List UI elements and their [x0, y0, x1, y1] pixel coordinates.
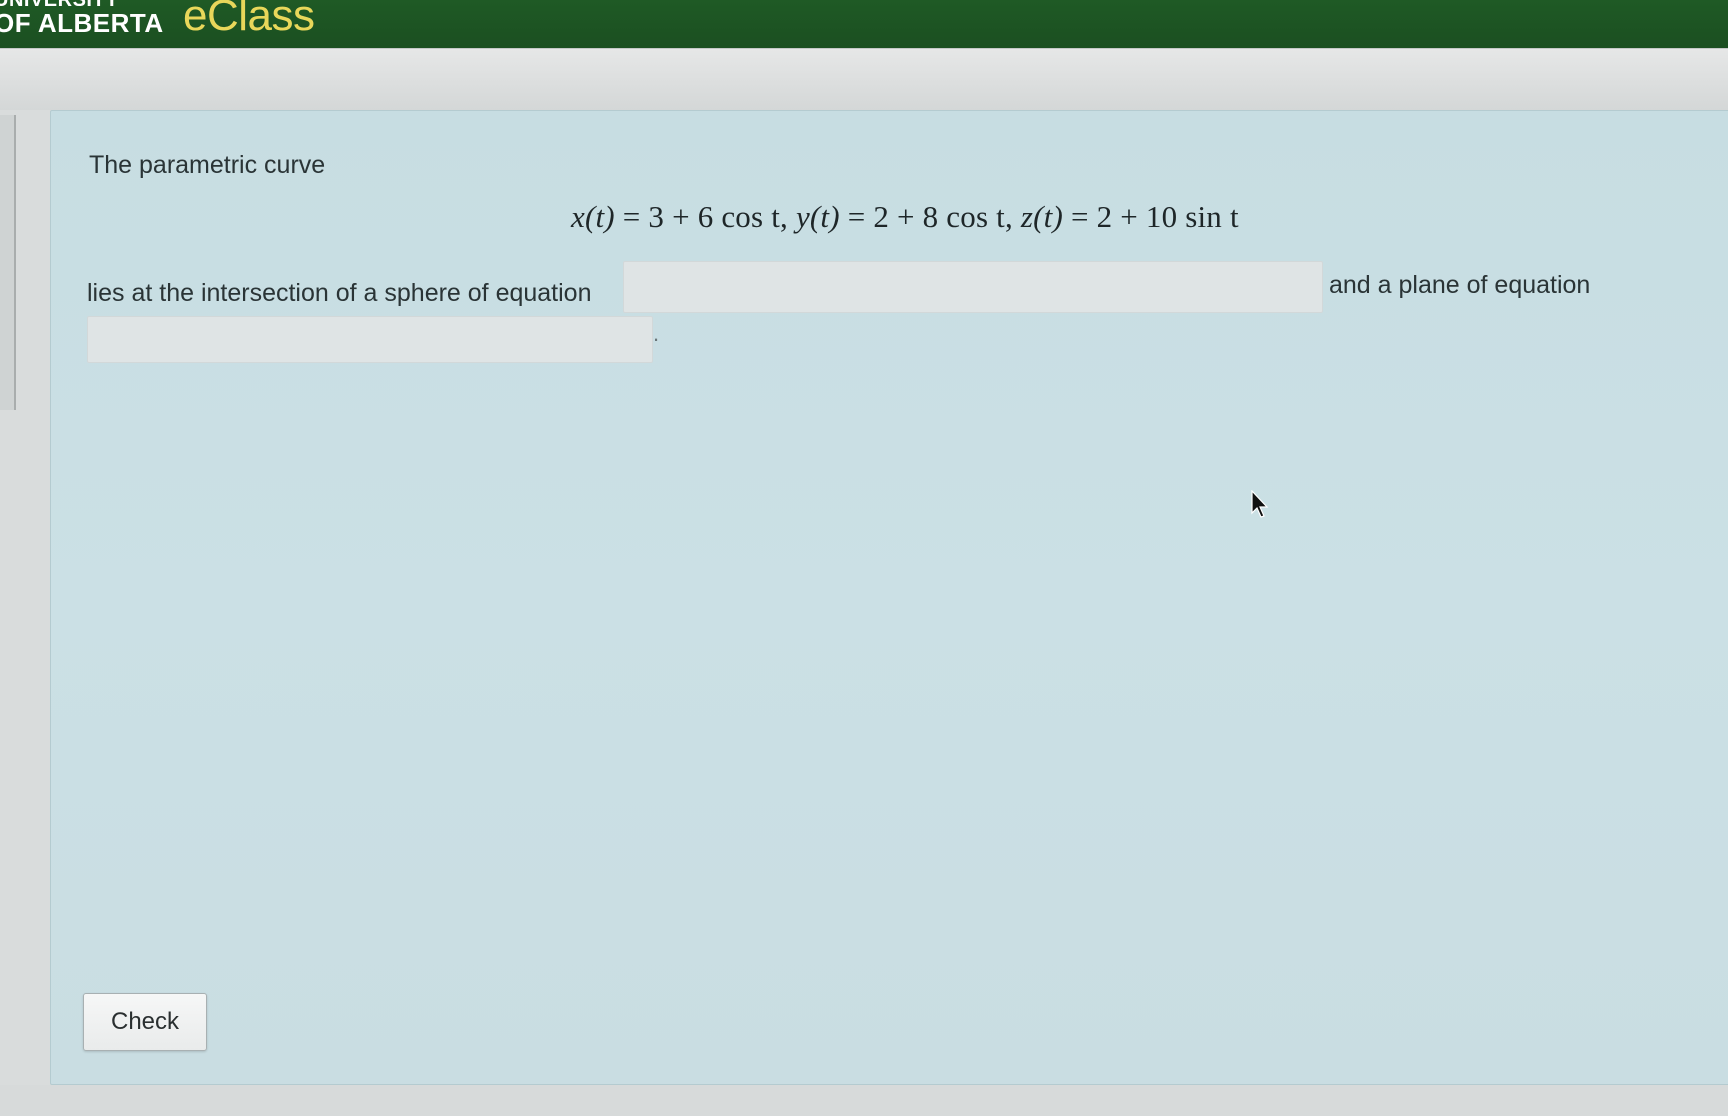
plane-equation-label: and a plane of equation [1329, 271, 1591, 299]
y-function-label: y(t) [795, 199, 840, 234]
sentence-period: . [653, 321, 660, 346]
left-side-panel-edge [0, 115, 16, 410]
parametric-equation: x(t) = 3 + 6 cos t, y(t) = 2 + 8 cos t, … [571, 199, 1239, 235]
app-name[interactable]: eClass [183, 0, 315, 38]
secondary-bar [0, 48, 1728, 110]
x-function-label: x(t) [571, 199, 615, 234]
top-navigation-bar: UNIVERSITY OF ALBERTA eClass [0, 0, 1728, 48]
z-function-expression: = 2 + 10 sin t [1070, 199, 1239, 234]
check-button[interactable]: Check [83, 993, 207, 1051]
sphere-equation-input[interactable] [623, 261, 1323, 313]
question-card: The parametric curve x(t) = 3 + 6 cos t,… [50, 110, 1728, 1085]
page-bottom-area [0, 1085, 1728, 1116]
x-function-expression: = 3 + 6 cos t, [622, 199, 788, 234]
plane-equation-input[interactable] [87, 316, 653, 363]
university-name-line2: OF ALBERTA [0, 8, 164, 38]
y-function-expression: = 2 + 8 cos t, [847, 199, 1013, 234]
sphere-equation-label: lies at the intersection of a sphere of … [87, 279, 592, 307]
z-function-label: z(t) [1020, 199, 1063, 234]
mouse-pointer-icon [1251, 490, 1269, 518]
question-intro-text: The parametric curve [89, 151, 326, 179]
